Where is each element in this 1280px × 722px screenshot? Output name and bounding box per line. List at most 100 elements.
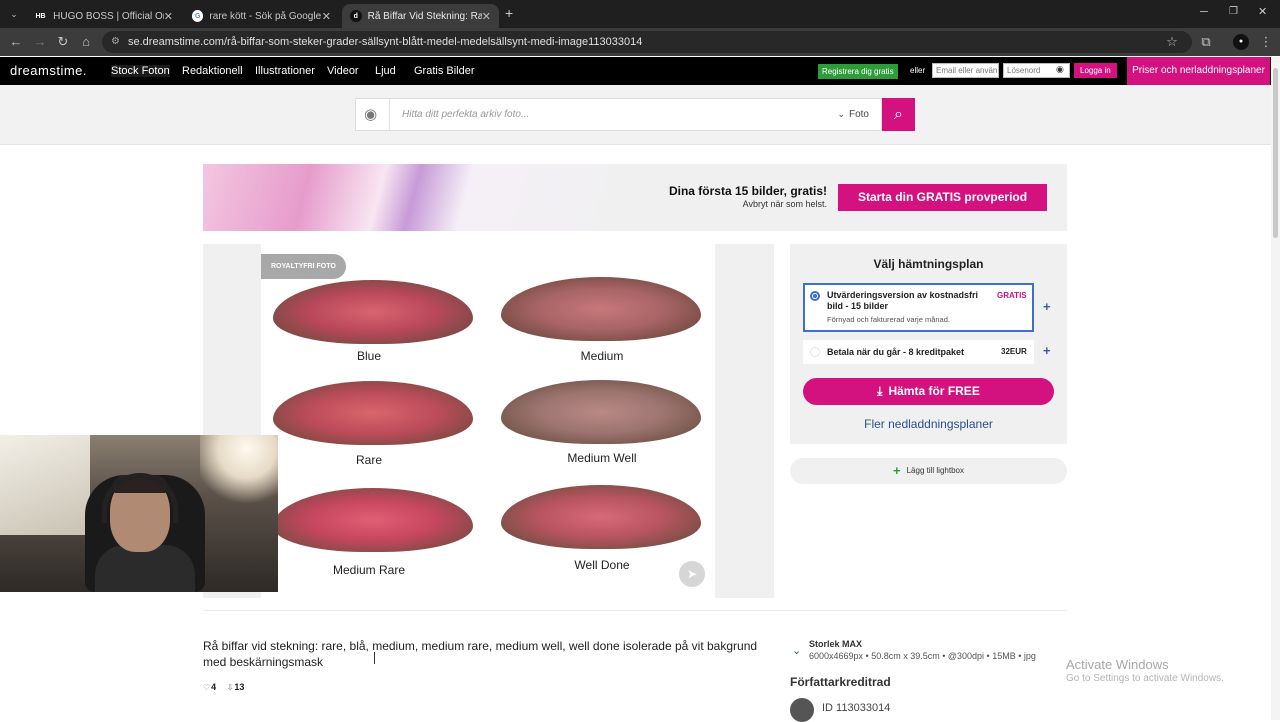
download-free-button[interactable]: ⤓ Hämta för FREE: [803, 378, 1054, 405]
tab-dreamstime[interactable]: d Rå Biffar Vid Stekning: Rare, Blå ✕: [342, 4, 499, 28]
image-id: ID 113033014: [822, 702, 891, 714]
register-button[interactable]: Registrera dig gratis: [818, 64, 898, 79]
chevron-down-icon: ⌄: [837, 109, 845, 119]
google-favicon-icon: G: [192, 10, 204, 22]
forward-icon[interactable]: →: [32, 34, 48, 50]
bookmark-star-icon[interactable]: ☆: [1164, 34, 1180, 50]
nav-ljud[interactable]: Ljud: [375, 65, 396, 77]
home-icon[interactable]: ⌂: [78, 34, 94, 50]
author-avatar[interactable]: [790, 698, 814, 722]
show-password-eye-icon[interactable]: ◉: [1056, 64, 1064, 75]
or-text: eller: [910, 66, 926, 75]
email-field[interactable]: Email eller använ: [932, 63, 999, 78]
url-text: se.dreamstime.com/rå-biffar-som-steker-g…: [128, 36, 643, 48]
expand-plus-icon[interactable]: +: [1043, 299, 1051, 314]
share-button[interactable]: ➤: [679, 561, 705, 587]
royalty-free-badge: ROYALTYFRI FOTO: [261, 254, 346, 279]
more-download-plans-link[interactable]: Fler nedladdningsplaner: [790, 417, 1067, 431]
radio-free-trial[interactable]: [810, 291, 820, 301]
divider: [389, 99, 390, 130]
plan-option-price: 32EUR: [1001, 347, 1027, 356]
nav-illustrationer[interactable]: Illustrationer: [255, 65, 315, 77]
webcam-lamp: [200, 435, 278, 505]
visual-search-eye-icon[interactable]: ◉: [364, 107, 382, 123]
tab-google-search[interactable]: G rare kött - Sök på Google ✕: [184, 4, 339, 28]
tab-close-icon[interactable]: ✕: [322, 10, 331, 23]
lightbox-label: Lägg till lightbox: [906, 466, 964, 476]
browser-tab-bar: ⌄ HB HUGO BOSS | Official Online Sh ✕ G …: [0, 0, 1280, 28]
add-to-lightbox-button[interactable]: + Lägg till lightbox: [790, 458, 1067, 484]
radio-credit-pack[interactable]: [810, 347, 820, 357]
size-title: Storlek MAX: [809, 639, 863, 649]
nav-stock-foton[interactable]: Stock Foton: [111, 65, 170, 77]
dreamstime-logo[interactable]: dreamstime.: [10, 63, 87, 78]
scrollbar-thumb[interactable]: [1273, 68, 1278, 238]
likes-icon: ♡: [203, 683, 211, 692]
nav-gratis-bilder[interactable]: Gratis Bilder: [414, 65, 475, 77]
nav-videor[interactable]: Videor: [327, 65, 359, 77]
address-bar[interactable]: ⚙ se.dreamstime.com/rå-biffar-som-steker…: [102, 31, 1192, 53]
webcam-overlay: [0, 435, 278, 592]
site-header: dreamstime. Stock Foton Redaktionell Ill…: [0, 57, 1280, 85]
tab-title: rare kött - Sök på Google: [209, 10, 322, 22]
tab-title: Rå Biffar Vid Stekning: Rare, Blå: [367, 10, 482, 22]
site-info-icon[interactable]: ⚙: [111, 31, 120, 53]
likes-count: 4: [211, 682, 217, 692]
steak-label-medium-rare: Medium Rare: [332, 563, 406, 577]
size-value: 6000x4669px • 50.8cm x 39.5cm • @300dpi …: [809, 651, 1036, 661]
banner-title: Dina första 15 bilder, gratis!: [668, 184, 827, 198]
webcam-window-light: [0, 435, 90, 535]
steak-label-medium: Medium: [580, 349, 624, 363]
image-stats: ♡4 ⇩13: [203, 682, 244, 692]
download-icon: ⤓: [877, 384, 883, 398]
tab-close-icon[interactable]: ✕: [482, 10, 491, 23]
tab-close-icon[interactable]: ✕: [164, 10, 173, 23]
expand-plus-icon[interactable]: +: [1043, 343, 1051, 358]
new-tab-button[interactable]: +: [505, 5, 513, 21]
section-divider: [203, 610, 1067, 611]
reload-icon[interactable]: ↻: [55, 34, 71, 50]
plan-title: Välj hämtningsplan: [873, 257, 984, 271]
login-button[interactable]: Logga in: [1074, 63, 1117, 78]
author-credit-heading: Författarkreditrad: [790, 675, 891, 689]
activate-windows-subtitle: Go to Settings to activate Windows.: [1066, 673, 1224, 684]
browser-toolbar: ← → ↻ ⌂ ⚙ se.dreamstime.com/rå-biffar-so…: [0, 28, 1280, 56]
download-label: Hämta för FREE: [888, 384, 980, 398]
profile-avatar-icon[interactable]: ●: [1233, 34, 1249, 50]
extensions-icon[interactable]: ⧉: [1198, 34, 1214, 50]
search-zone: ◉ Hitta ditt perfekta arkiv foto... ⌄ Fot…: [0, 85, 1280, 145]
nav-redaktionell[interactable]: Redaktionell: [182, 65, 243, 77]
dreamstime-favicon-icon: d: [350, 10, 362, 22]
browser-menu-icon[interactable]: ⋮: [1258, 34, 1274, 50]
activate-windows-title: Activate Windows: [1066, 657, 1169, 672]
minimize-icon[interactable]: ─: [1200, 6, 1208, 18]
hugo-boss-favicon-icon: HB: [34, 10, 48, 22]
search-type-dropdown[interactable]: ⌄ Foto: [837, 109, 869, 120]
mouse-cursor: [374, 652, 380, 664]
tab-hugo-boss[interactable]: HB HUGO BOSS | Official Online Sh ✕: [26, 4, 181, 28]
send-icon: ➤: [686, 567, 698, 581]
steak-label-medium-well: Medium Well: [567, 451, 637, 465]
search-input[interactable]: Hitta ditt perfekta arkiv foto...: [402, 109, 529, 120]
search-type-label: Foto: [848, 109, 869, 120]
steak-label-rare: Rare: [355, 453, 382, 467]
image-description: Rå biffar vid stekning: rare, blå, mediu…: [203, 639, 758, 669]
steak-label-well-done: Well Done: [574, 558, 630, 572]
promo-banner: Dina första 15 bilder, gratis! Avbryt nä…: [203, 164, 1067, 231]
plan-option-subtitle: Förnyad och fakturerad varje månad.: [827, 315, 950, 324]
plan-option-price: GRATIS: [997, 291, 1027, 300]
pricing-plans-button[interactable]: Priser och nerladdningsplaner: [1127, 57, 1270, 85]
plus-icon: +: [893, 463, 901, 478]
search-box: ◉ Hitta ditt perfekta arkiv foto... ⌄ Fot…: [355, 98, 882, 131]
start-free-trial-button[interactable]: Starta din GRATIS provperiod: [838, 184, 1047, 211]
downloads-count: 13: [234, 682, 245, 692]
back-icon[interactable]: ←: [8, 34, 24, 50]
tab-title: HUGO BOSS | Official Online Sh: [53, 10, 164, 22]
close-window-icon[interactable]: ✕: [1258, 5, 1267, 18]
webcam-person-body: [95, 545, 195, 592]
tab-list-chevron-icon[interactable]: ⌄: [6, 6, 22, 22]
restore-icon[interactable]: ❐: [1229, 6, 1238, 17]
banner-decoration: [203, 164, 623, 231]
search-button[interactable]: ⌕: [882, 98, 915, 131]
size-chevron-down-icon[interactable]: ⌄: [792, 644, 801, 657]
